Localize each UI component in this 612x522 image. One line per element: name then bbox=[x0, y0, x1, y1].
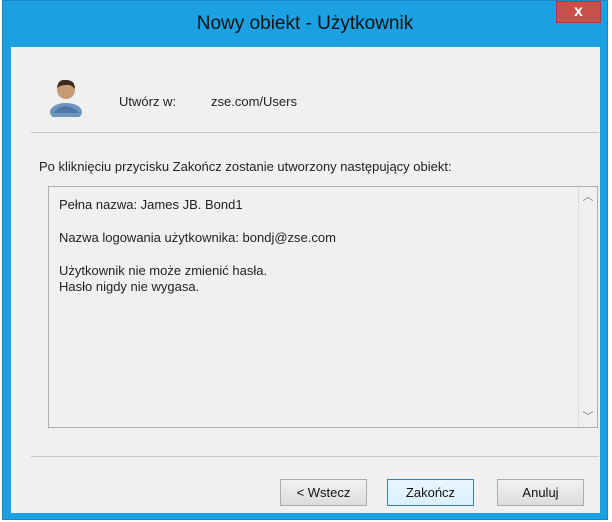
dialog-window: Nowy obiekt - Użytkownik x Utwórz w: zse… bbox=[2, 0, 608, 520]
user-icon bbox=[50, 79, 82, 117]
title-bar[interactable]: Nowy obiekt - Użytkownik x bbox=[3, 1, 607, 47]
scroll-down-icon[interactable]: ﹀ bbox=[579, 407, 597, 427]
bottom-separator bbox=[31, 456, 599, 457]
create-in-value: zse.com/Users bbox=[211, 94, 297, 109]
logon-name-line: Nazwa logowania użytkownika: bondj@zse.c… bbox=[59, 230, 336, 245]
summary-textbox[interactable]: Pełna nazwa: James JB. Bond1 Nazwa logow… bbox=[48, 186, 598, 428]
scroll-up-icon[interactable]: ︿ bbox=[579, 187, 597, 207]
password-never-expires-line: Hasło nigdy nie wygasa. bbox=[59, 279, 200, 294]
window-title: Nowy obiekt - Użytkownik bbox=[196, 13, 414, 34]
cancel-button[interactable]: Anuluj bbox=[497, 479, 584, 506]
top-separator bbox=[31, 132, 599, 133]
back-button[interactable]: < Wstecz bbox=[280, 479, 367, 506]
full-name-line: Pełna nazwa: James JB. Bond1 bbox=[59, 197, 243, 212]
dialog-body: Utwórz w: zse.com/Users Po kliknięciu pr… bbox=[11, 47, 600, 513]
close-icon: x bbox=[574, 3, 583, 20]
cannot-change-password-line: Użytkownik nie może zmienić hasła. bbox=[59, 263, 268, 278]
summary-content: Pełna nazwa: James JB. Bond1 Nazwa logow… bbox=[59, 197, 336, 295]
vertical-scrollbar[interactable]: ︿ ﹀ bbox=[578, 187, 597, 427]
intro-text: Po kliknięciu przycisku Zakończ zostanie… bbox=[39, 159, 452, 174]
create-in-label: Utwórz w: bbox=[119, 94, 177, 109]
close-button[interactable]: x bbox=[556, 1, 601, 23]
finish-button[interactable]: Zakończ bbox=[387, 479, 474, 506]
